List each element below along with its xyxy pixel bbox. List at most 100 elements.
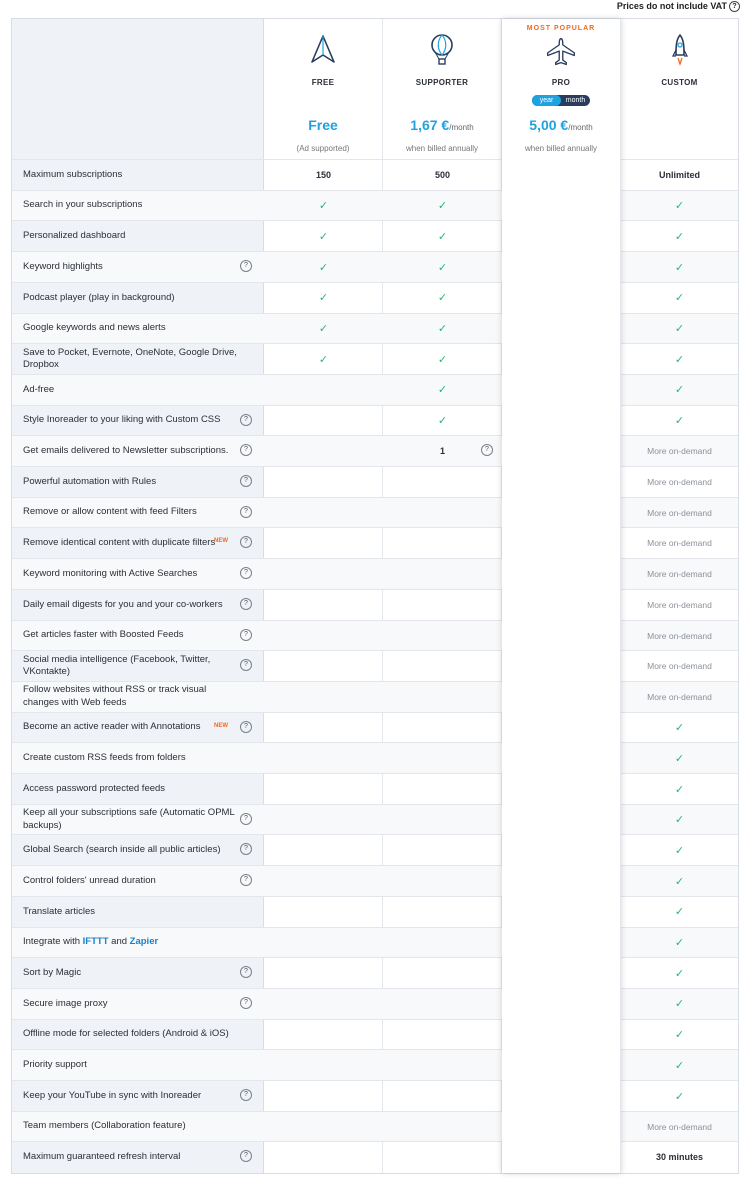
check-icon: ✓ [674,783,685,796]
feature-label: Get emails delivered to Newsletter subsc… [23,436,238,466]
feature-text: Podcast player (play in background) [23,291,175,303]
plan-note: when billed annually [405,144,479,153]
toggle-year[interactable]: year [532,95,561,106]
help-icon[interactable]: ? [240,1150,252,1163]
feature-text: Keyword monitoring with Active Searches [23,567,198,579]
plan-value: More on-demand [647,661,712,672]
table-row: Priority support✓✓ [12,1049,738,1081]
feature-text: Social media intelligence (Facebook, Twi… [23,653,211,678]
feature-label: Keyword monitoring with Active Searches [23,559,238,589]
help-icon[interactable]: ? [240,475,252,487]
feature-text: Google keywords and news alerts [23,322,166,334]
help-icon[interactable]: ? [729,0,740,12]
check-icon: ✓ [674,906,685,919]
table-row: Powerful automation with Rules?30More on… [12,466,738,497]
check-icon: ✓ [621,743,738,773]
table-row: Get emails delivered to Newsletter subsc… [12,435,738,467]
feature-text: and [108,936,130,948]
check-icon: ✓ [674,1059,685,1072]
plan-header-free: FREE Free (Ad supported) [264,19,382,160]
help-icon[interactable]: ? [240,966,252,979]
check-icon: ✓ [674,1029,685,1042]
check-icon: ✓ [674,814,685,827]
help-icon[interactable]: ? [240,812,252,825]
table-row: Remove identical content with duplicate … [12,527,738,558]
table-row: Ad-free✓✓✓ [12,373,738,405]
new-badge: NEW [214,722,228,729]
check-icon: ✓ [383,375,502,405]
check-icon: ✓ [437,323,448,335]
help-icon[interactable]: ? [240,1089,252,1101]
help-icon[interactable]: ? [240,597,252,610]
feature-label: Powerful automation with Rules [23,467,238,497]
plan-value: 30 minutes [655,1152,704,1163]
feature-text: Maximum guaranteed refresh interval [23,1151,181,1163]
table-row: Integrate with IFTTT and Zapier✓✓ [12,926,738,958]
check-icon: ✓ [621,928,738,958]
feature-text: Follow websites without RSS or track vis… [23,684,207,708]
feature-text: Powerful automation with Rules [23,475,157,487]
billing-toggle[interactable]: year month [532,95,590,106]
feature-text: Maximum subscriptions [23,168,123,180]
help-icon[interactable]: ? [240,444,252,457]
help-icon[interactable]: ? [240,413,252,426]
feature-text: Ad-free [23,383,55,395]
feature-label: Save to Pocket, Evernote, OneNote, Googl… [23,344,238,374]
check-icon: ✓ [621,375,738,405]
help-icon[interactable]: ? [240,659,252,672]
feature-label: Secure image proxy [23,989,238,1019]
table-row: Daily email digests for you and your co-… [12,588,738,620]
feature-text: Save to Pocket, Evernote, OneNote, Googl… [23,346,237,371]
feature-label: Become an active reader with Annotations [23,713,238,743]
check-icon: ✓ [621,252,738,282]
price-value: 5,00 € [529,117,569,133]
price-value: 1,67 € [410,117,450,133]
table-row: Global Search (search inside all public … [12,834,738,865]
feature-label: Team members (Collaboration feature) [23,1112,238,1142]
plan-note: (Ad supported) [296,144,350,153]
feature-label: Integrate with IFTTT and Zapier [23,928,238,958]
check-icon: ✓ [674,722,685,735]
toggle-month[interactable]: month [561,95,590,106]
feature-text: Global Search (search inside all public … [23,844,221,856]
table-row: Podcast player (play in background)✓✓✓✓ [12,281,738,313]
check-icon: ✓ [383,191,502,221]
feature-label: Offline mode for selected folders (Andro… [23,1020,238,1050]
feature-label: Priority support [23,1050,238,1080]
plan-value: More on-demand [647,569,712,580]
check-icon: ✓ [621,866,738,896]
table-row: Remove or allow content with feed Filter… [12,496,738,528]
check-icon: ✓ [621,1020,738,1050]
plan-column-pro: MOST POPULAR PRO year month 5,00 €/month… [502,19,621,1173]
check-icon: ✓ [383,344,502,374]
ifttt-link[interactable]: IFTTT [83,936,109,947]
check-icon: ✓ [621,344,738,374]
most-popular-badge: MOST POPULAR [526,25,596,32]
plan-name: SUPPORTER [415,78,469,87]
feature-text: Priority support [23,1059,87,1071]
help-icon[interactable]: ? [240,567,252,580]
check-icon: ✓ [674,261,685,274]
check-icon: ✓ [437,415,448,428]
help-icon[interactable]: ? [240,260,252,273]
zapier-link[interactable]: Zapier [130,936,159,947]
help-icon[interactable]: ? [240,628,252,641]
table-row: Keyword highlights?✓✓✓✓ [12,251,738,283]
help-icon[interactable]: ? [240,874,252,887]
check-icon: ✓ [318,200,329,213]
help-icon[interactable]: ? [240,505,252,518]
help-icon[interactable]: ? [240,843,252,856]
check-icon: ✓ [437,292,448,305]
hot-air-balloon-icon [431,34,453,65]
table-row: Keep all your subscriptions safe (Automa… [12,803,738,835]
feature-label: Daily email digests for you and your co-… [23,590,238,620]
help-icon[interactable]: ? [240,996,252,1009]
feature-text: Integrate with [23,936,83,948]
help-icon[interactable]: ? [240,720,252,733]
check-icon: ✓ [674,230,685,243]
check-icon: ✓ [437,230,448,243]
feature-label: Podcast player (play in background) [23,283,238,313]
check-icon: ✓ [674,200,685,213]
help-icon[interactable]: ? [240,536,252,549]
feature-label: Remove or allow content with feed Filter… [23,498,238,528]
